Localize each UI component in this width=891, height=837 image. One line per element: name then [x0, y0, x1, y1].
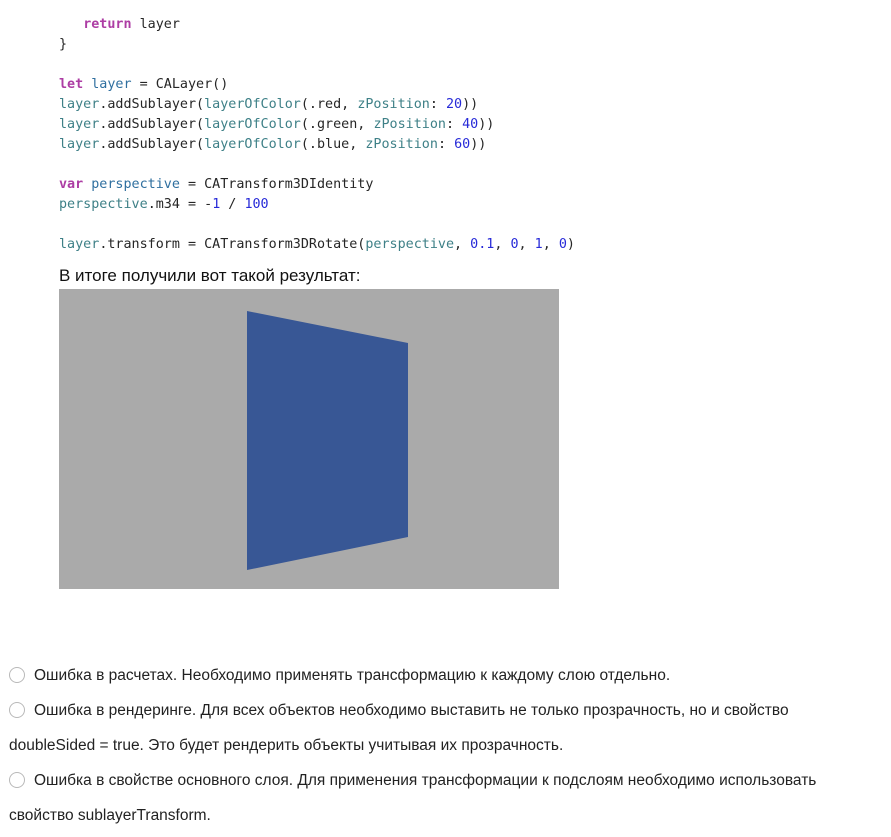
answer-option-2-text: Ошибка в рендеринге. Для всех объектов н…	[34, 702, 789, 719]
code-token: layer	[131, 17, 180, 32]
code-token: 1	[534, 237, 543, 252]
code-token: .transform = CATransform3DRotate(	[99, 237, 366, 252]
code-token: layer	[59, 117, 100, 132]
code-token: ,	[494, 237, 511, 252]
code-token: (.green,	[300, 117, 374, 132]
code-token: :	[446, 117, 463, 132]
code-token: let	[59, 77, 84, 92]
code-token: .addSublayer(	[99, 97, 205, 112]
code-line: }	[59, 35, 575, 55]
code-token: ,	[518, 237, 535, 252]
answer-options: Ошибка в расчетах. Необходимо применять …	[0, 658, 891, 833]
radio-button-icon[interactable]	[9, 772, 25, 788]
answer-option-2-continuation: doubleSided = true. Это будет рендерить …	[0, 728, 891, 763]
code-token: = CATransform3DIdentity	[179, 177, 374, 192]
answer-option-3-text: Ошибка в свойстве основного слоя. Для пр…	[34, 772, 817, 789]
code-token: zPosition	[365, 137, 438, 152]
code-token: var	[59, 177, 84, 192]
code-line: perspective.m34 = -1 / 100	[59, 195, 575, 215]
code-token: 20	[446, 97, 463, 112]
answer-option-1-text: Ошибка в расчетах. Необходимо применять …	[34, 667, 671, 684]
answer-option-3[interactable]: Ошибка в свойстве основного слоя. Для пр…	[0, 763, 891, 798]
code-token: layerOfColor	[204, 97, 301, 112]
render-result-canvas	[59, 289, 559, 589]
code-token: ))	[462, 97, 479, 112]
code-token: layer	[59, 237, 100, 252]
code-token: = CALayer()	[131, 77, 229, 92]
code-token: layerOfColor	[204, 137, 301, 152]
code-token: }	[59, 37, 68, 52]
code-token: ))	[470, 137, 487, 152]
radio-button-icon[interactable]	[9, 667, 25, 683]
code-line: layer.addSublayer(layerOfColor(.green, z…	[59, 115, 575, 135]
answer-option-2[interactable]: Ошибка в рендеринге. Для всех объектов н…	[0, 693, 891, 728]
code-token: layer	[91, 77, 132, 92]
code-token: /	[220, 197, 245, 212]
code-line: var perspective = CATransform3DIdentity	[59, 175, 575, 195]
code-token: (.red,	[300, 97, 358, 112]
code-token: .addSublayer(	[99, 117, 205, 132]
answer-option-3-text-continued: свойство sublayerTransform.	[9, 807, 211, 824]
code-token: return	[83, 17, 132, 32]
code-token: 100	[244, 197, 269, 212]
result-caption: В итоге получили вот такой результат:	[59, 266, 361, 285]
code-line: return layer	[59, 15, 575, 35]
code-token: perspective	[59, 197, 148, 212]
code-snippet: return layer} let layer = CALayer() layer.…	[59, 15, 575, 255]
code-token: (.blue,	[300, 137, 366, 152]
code-token: 40	[462, 117, 479, 132]
code-token: )	[566, 237, 575, 252]
code-line: layer.transform = CATransform3DRotate(pe…	[59, 235, 575, 255]
code-token: perspective	[365, 237, 455, 252]
code-token: 0.1	[470, 237, 495, 252]
radio-button-icon[interactable]	[9, 702, 25, 718]
code-token: :	[429, 97, 446, 112]
code-token: zPosition	[373, 117, 446, 132]
code-line: layer.addSublayer(layerOfColor(.blue, zP…	[59, 135, 575, 155]
answer-option-1[interactable]: Ошибка в расчетах. Необходимо применять …	[0, 658, 891, 693]
code-token: 0	[510, 237, 519, 252]
code-token: ,	[454, 237, 471, 252]
code-token: layer	[59, 97, 100, 112]
code-token: layerOfColor	[204, 117, 301, 132]
code-line: let layer = CALayer()	[59, 75, 575, 95]
answer-option-2-text-continued: doubleSided = true. Это будет рендерить …	[9, 737, 564, 754]
code-line: layer.addSublayer(layerOfColor(.red, zPo…	[59, 95, 575, 115]
code-token: 60	[454, 137, 471, 152]
render-result-image	[59, 289, 559, 589]
code-token: 0	[558, 237, 567, 252]
code-token: ,	[542, 237, 559, 252]
code-token: .m34 = -	[147, 197, 213, 212]
code-token: ))	[478, 117, 495, 132]
answer-option-3-continuation: свойство sublayerTransform.	[0, 798, 891, 833]
transformed-layer-shape	[247, 311, 408, 570]
code-token: zPosition	[357, 97, 430, 112]
code-token: perspective	[91, 177, 180, 192]
code-token: layer	[59, 137, 100, 152]
code-token: :	[437, 137, 455, 152]
code-token: .addSublayer(	[99, 137, 205, 152]
